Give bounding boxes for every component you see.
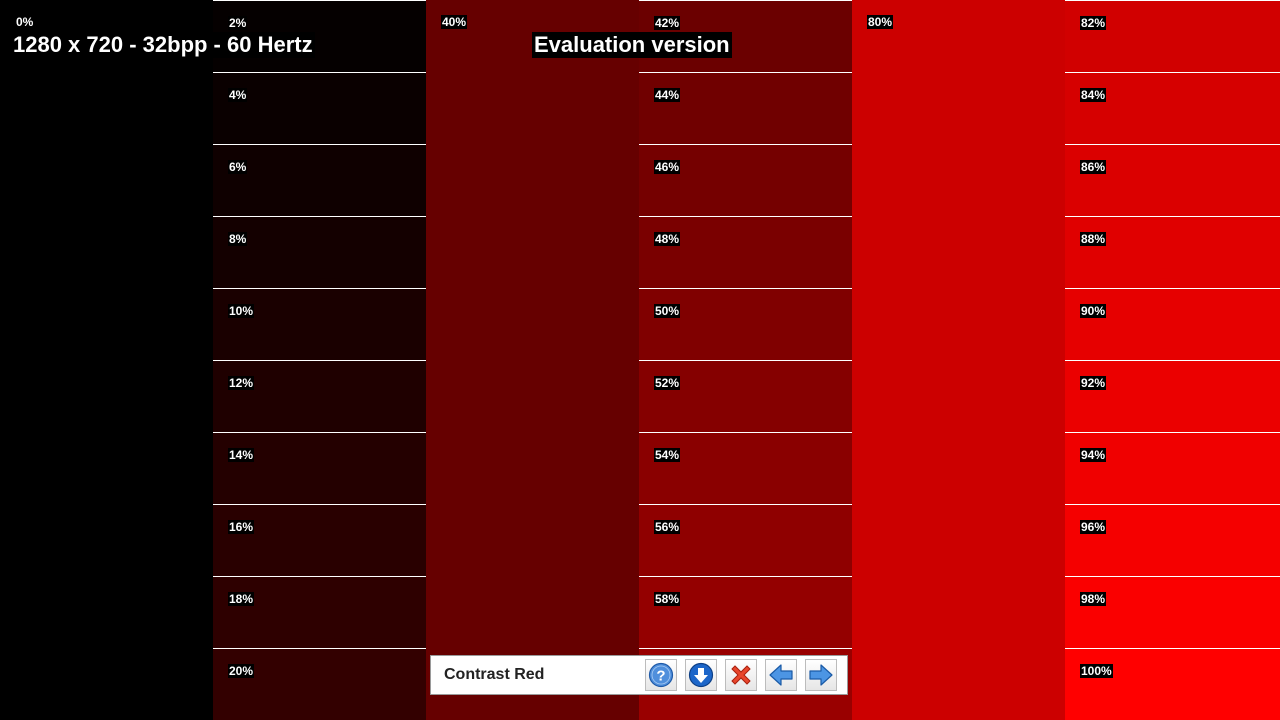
percent-label: 96% (1080, 520, 1107, 534)
percent-label: 12% (228, 376, 255, 390)
contrast-swatch: 98% (1065, 576, 1280, 648)
contrast-swatch: 50% (639, 288, 852, 360)
percent-label: 40% (441, 15, 468, 29)
contrast-swatch: 52% (639, 360, 852, 432)
percent-label: 92% (1080, 376, 1107, 390)
percent-label: 16% (228, 520, 255, 534)
close-button[interactable] (725, 659, 757, 691)
percent-label: 20% (228, 664, 255, 678)
contrast-swatch: 12% (213, 360, 426, 432)
percent-label: 58% (654, 592, 681, 606)
percent-label: 86% (1080, 160, 1107, 174)
resolution-info: 1280 x 720 - 32bpp - 60 Hertz (11, 32, 315, 58)
contrast-swatch: 18% (213, 576, 426, 648)
percent-label: 50% (654, 304, 681, 318)
contrast-swatch: 6% (213, 144, 426, 216)
svg-text:?: ? (656, 668, 665, 685)
percent-label: 0% (15, 15, 35, 29)
contrast-swatch: 58% (639, 576, 852, 648)
percent-label: 44% (654, 88, 681, 102)
percent-label: 42% (654, 16, 681, 30)
percent-label: 52% (654, 376, 681, 390)
contrast-swatch: 40% (426, 0, 639, 720)
contrast-swatch: 4% (213, 72, 426, 144)
contrast-swatch: 56% (639, 504, 852, 576)
percent-label: 8% (228, 232, 248, 246)
close-x-icon (731, 665, 751, 685)
contrast-swatch: 0% (0, 0, 213, 720)
percent-label: 88% (1080, 232, 1107, 246)
percent-label: 82% (1080, 16, 1107, 30)
percent-label: 100% (1080, 664, 1113, 678)
evaluation-notice: Evaluation version (532, 32, 732, 58)
contrast-swatch: 16% (213, 504, 426, 576)
contrast-column: 82% 84% 86% 88% 90% 92% 94% 96% 98% 100% (1065, 0, 1280, 720)
contrast-swatch: 48% (639, 216, 852, 288)
contrast-swatch: 88% (1065, 216, 1280, 288)
percent-label: 56% (654, 520, 681, 534)
contrast-swatch: 90% (1065, 288, 1280, 360)
percent-label: 10% (228, 304, 255, 318)
contrast-swatch: 92% (1065, 360, 1280, 432)
percent-label: 14% (228, 448, 255, 462)
contrast-swatch: 100% (1065, 648, 1280, 720)
contrast-column: 80% (852, 0, 1065, 720)
help-button[interactable]: ? (645, 659, 677, 691)
previous-button[interactable] (765, 659, 797, 691)
percent-label: 98% (1080, 592, 1107, 606)
contrast-test-grid: 0% 2% 4% 6% 8% 10% 12% 14% 16% 18% 20% 40% 42% 44% 46%… (0, 0, 1280, 720)
contrast-swatch: 54% (639, 432, 852, 504)
contrast-swatch: 14% (213, 432, 426, 504)
contrast-column: 0% (0, 0, 213, 720)
percent-label: 6% (228, 160, 248, 174)
contrast-column: 2% 4% 6% 8% 10% 12% 14% 16% 18% 20% (213, 0, 426, 720)
test-toolbar: Contrast Red ? (430, 655, 848, 695)
arrow-down-icon (688, 662, 714, 688)
contrast-column: 40% (426, 0, 639, 720)
contrast-swatch: 46% (639, 144, 852, 216)
contrast-swatch: 10% (213, 288, 426, 360)
test-title: Contrast Red (444, 666, 545, 683)
percent-label: 48% (654, 232, 681, 246)
contrast-swatch: 82% (1065, 0, 1280, 72)
percent-label: 84% (1080, 88, 1107, 102)
percent-label: 18% (228, 592, 255, 606)
contrast-swatch: 44% (639, 72, 852, 144)
percent-label: 46% (654, 160, 681, 174)
contrast-swatch: 20% (213, 648, 426, 720)
contrast-swatch: 94% (1065, 432, 1280, 504)
percent-label: 54% (654, 448, 681, 462)
contrast-swatch: 86% (1065, 144, 1280, 216)
contrast-swatch: 8% (213, 216, 426, 288)
percent-label: 94% (1080, 448, 1107, 462)
percent-label: 4% (228, 88, 248, 102)
contrast-swatch: 84% (1065, 72, 1280, 144)
percent-label: 2% (228, 16, 248, 30)
next-test-button[interactable] (685, 659, 717, 691)
arrow-right-icon (809, 664, 833, 686)
next-button[interactable] (805, 659, 837, 691)
contrast-column: 42%44%46%48%50%52%54%56%58%60% (639, 0, 852, 720)
percent-label: 90% (1080, 304, 1107, 318)
contrast-swatch: 96% (1065, 504, 1280, 576)
question-icon: ? (648, 662, 674, 688)
percent-label: 80% (867, 15, 894, 29)
contrast-swatch: 80% (852, 0, 1065, 720)
arrow-left-icon (769, 664, 793, 686)
